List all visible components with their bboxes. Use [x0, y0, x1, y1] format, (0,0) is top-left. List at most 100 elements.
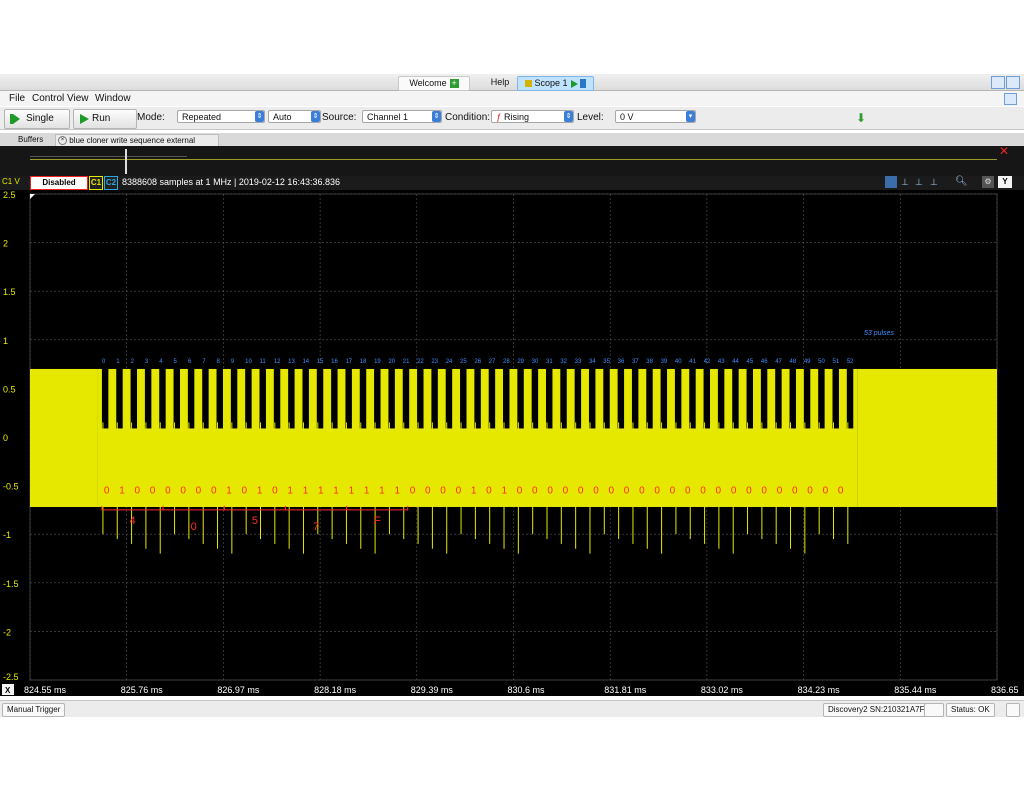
chevron-down-icon: ⇕ — [432, 111, 441, 122]
bit-annotation: 1 — [379, 485, 385, 496]
tab-welcome-label: Welcome — [409, 78, 447, 88]
pulse-index-label: 52 — [847, 359, 854, 365]
align-top-icon[interactable]: ⊥ — [901, 177, 909, 188]
y-tick-label: -1 — [3, 530, 11, 540]
device-icon[interactable] — [924, 703, 944, 717]
x-tick-label: 830.6 ms — [508, 685, 546, 695]
pulse-gap — [560, 364, 567, 429]
scope-waveform-chart[interactable]: 2.5 2 1.5 1 0.5 0 -0.5 -1 -1.5 -2 -2.5 824.55 ms 825… — [0, 190, 1024, 696]
hex-digit-annotation: 0 — [191, 521, 197, 533]
condition-select[interactable]: ƒ Rising ⇕ — [491, 110, 574, 123]
gear-icon[interactable]: ⚙ — [982, 176, 994, 188]
auto-select[interactable]: Auto ⇕ — [268, 110, 321, 123]
dock-button[interactable] — [1004, 93, 1017, 105]
x-axis-button-label: X — [5, 686, 11, 695]
pulse-index-label: 20 — [388, 359, 395, 365]
pulse-gap — [574, 364, 582, 429]
acquisition-summary: 8388608 samples at 1 MHz | 2019-02-12 16… — [122, 177, 340, 187]
tab-help[interactable]: Help — [480, 76, 520, 89]
bit-annotation: 0 — [272, 485, 278, 496]
pulse-gap — [245, 364, 252, 429]
bit-annotation: 0 — [150, 485, 156, 496]
align-left-icon[interactable]: ⊥ — [915, 177, 923, 188]
pulse-index-label: 26 — [474, 359, 481, 365]
mode-label: Mode: — [137, 112, 165, 123]
pulse-index-label: 46 — [761, 359, 768, 365]
chevron-down-icon: ⇕ — [564, 111, 573, 122]
oscilloscope-plot[interactable]: 2.5 2 1.5 1 0.5 0 -0.5 -1 -1.5 -2 -2.5 824.55 ms 825… — [0, 190, 1024, 696]
align-right-icon[interactable]: ⊥ — [930, 177, 938, 188]
source-select[interactable]: Channel 1 ⇕ — [362, 110, 442, 123]
pulse-index-label: 40 — [675, 359, 682, 365]
pulse-index-label: 35 — [603, 359, 610, 365]
bit-annotation: 0 — [716, 485, 722, 496]
menu-view[interactable]: View — [67, 92, 89, 105]
pulse-gap — [545, 364, 553, 429]
pulse-index-label: 18 — [360, 359, 367, 365]
bit-annotation: 0 — [654, 485, 660, 496]
play-icon — [570, 79, 578, 88]
level-input[interactable]: 0 V ▾ — [615, 110, 696, 123]
pulse-index-label: 21 — [403, 359, 410, 365]
pulse-gap — [789, 364, 796, 429]
bit-annotation: 1 — [501, 485, 507, 496]
mode-select[interactable]: Repeated ⇕ — [177, 110, 265, 123]
window-layout-button[interactable] — [991, 76, 1005, 89]
bit-annotation: 1 — [257, 485, 263, 496]
pulse-index-label: 43 — [718, 359, 725, 365]
bit-annotation: 0 — [196, 485, 202, 496]
tab-scope-1[interactable]: Scope 1 — [517, 76, 594, 91]
pulse-gap — [130, 364, 138, 429]
bit-annotation: 0 — [104, 485, 110, 496]
bit-annotation: 0 — [670, 485, 676, 496]
bit-annotation: 1 — [364, 485, 370, 496]
pulse-gap — [273, 364, 281, 429]
channel-1-button[interactable]: C1 — [89, 176, 103, 190]
bit-annotation: 0 — [761, 485, 767, 496]
overview-window[interactable] — [30, 156, 187, 162]
pulse-index-label: 11 — [260, 359, 267, 365]
zoom-fit-icon[interactable] — [885, 176, 897, 188]
overview-cursor[interactable] — [125, 149, 127, 174]
tab-welcome[interactable]: Welcome + — [398, 76, 470, 91]
pulse-index-label: 13 — [288, 359, 295, 365]
manual-trigger-button[interactable]: Manual Trigger — [2, 703, 66, 717]
bit-annotation: 0 — [486, 485, 492, 496]
disabled-button[interactable]: Disabled — [30, 176, 88, 190]
y-axis-button[interactable]: Y — [998, 176, 1012, 188]
menu-file[interactable]: File — [9, 92, 25, 105]
run-button[interactable]: Run — [73, 109, 137, 129]
single-button[interactable]: Single — [4, 109, 70, 129]
rising-edge-icon: ƒ — [496, 112, 502, 122]
pulse-index-label: 50 — [818, 359, 825, 365]
x-tick-label: 831.81 ms — [604, 685, 647, 695]
menu-control[interactable]: Control — [32, 92, 64, 105]
auto-value: Auto — [273, 112, 292, 122]
bit-annotation: 0 — [731, 485, 737, 496]
pulse-index-label: 38 — [646, 359, 653, 365]
pulse-gap — [803, 364, 811, 429]
bit-annotation: 0 — [563, 485, 569, 496]
pulses-note: 53 pulses — [864, 330, 894, 337]
pin-icon — [579, 79, 586, 89]
tab-help-label: Help — [490, 77, 510, 87]
pulse-gap — [617, 364, 625, 429]
pulse-gap — [717, 364, 725, 429]
download-arrow-icon[interactable]: ⬇ — [856, 111, 866, 125]
pulse-gap — [832, 364, 839, 429]
window-detach-button[interactable] — [1006, 76, 1020, 89]
pulse-index-label: 24 — [446, 359, 453, 365]
close-icon[interactable]: ✕ — [999, 144, 1009, 158]
buffers-tab[interactable]: Buffers — [18, 134, 43, 145]
channel-2-button[interactable]: C2 — [104, 176, 118, 190]
overview-strip[interactable]: ✕ — [0, 144, 1024, 176]
menu-window[interactable]: Window — [95, 92, 131, 105]
magnifier-icon[interactable]: 🔍︎ — [955, 176, 968, 187]
y-tick-label: -2.5 — [3, 672, 19, 682]
pulse-index-label: 34 — [589, 359, 596, 365]
pulse-index-label: 41 — [689, 359, 696, 365]
bit-annotation: 0 — [211, 485, 217, 496]
close-icon[interactable]: × — [58, 136, 67, 146]
resize-handle[interactable] — [1006, 703, 1020, 717]
pulse-gap — [359, 364, 367, 429]
